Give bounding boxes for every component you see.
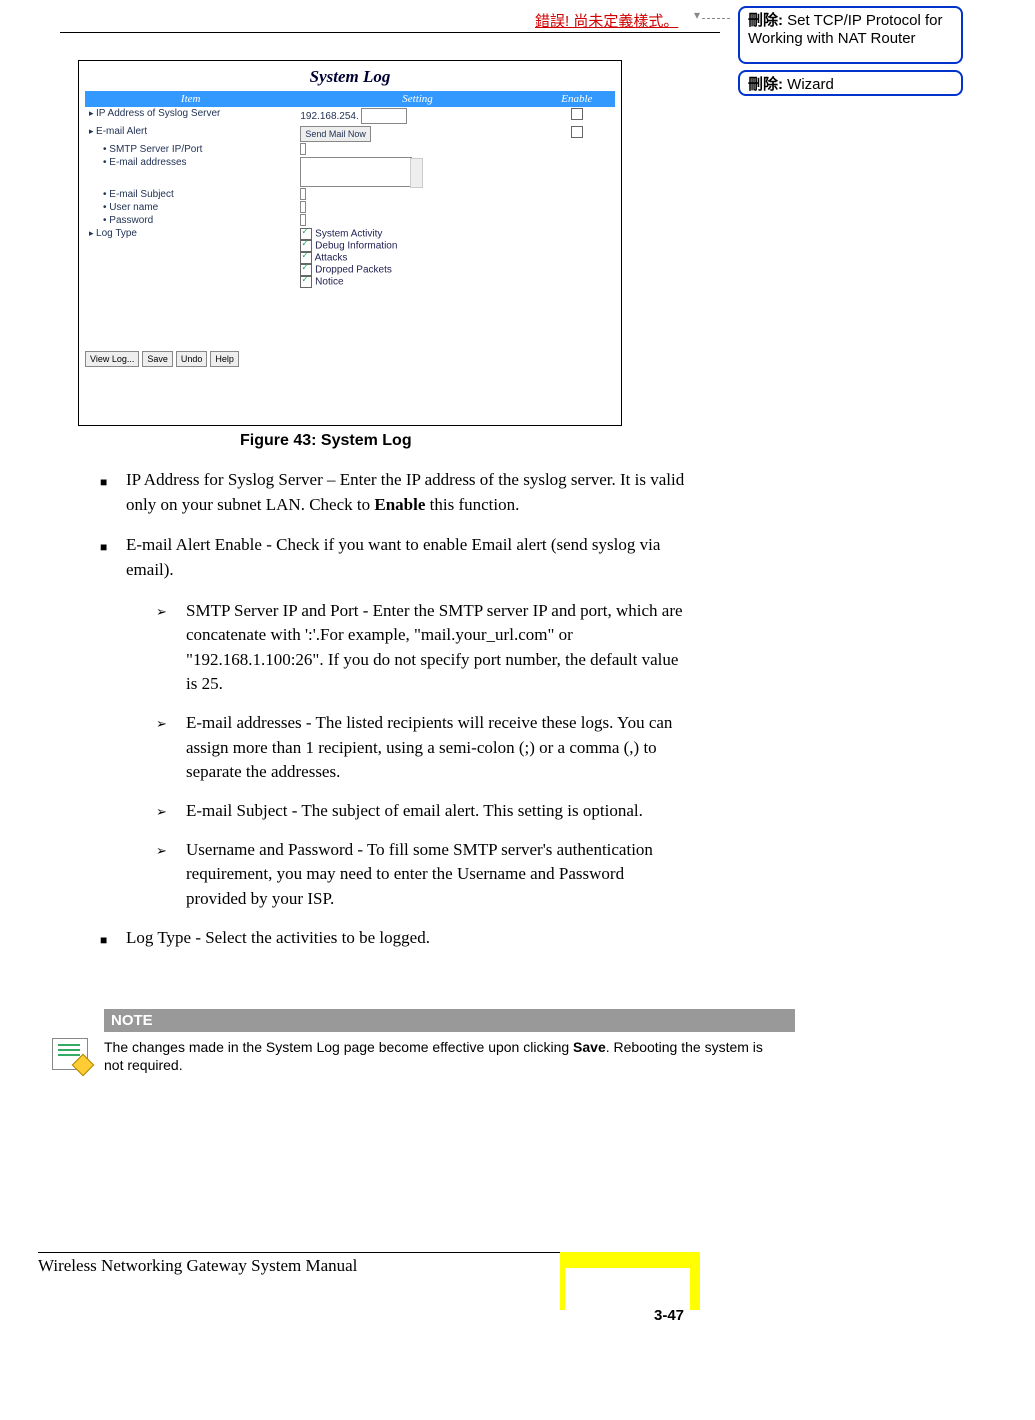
sub-smtp: SMTP Server IP and Port - Enter the SMTP… <box>156 599 685 698</box>
revision-comment-2: 刪除: Wizard <box>738 70 963 96</box>
logtype-4: Notice <box>315 277 343 288</box>
item-ip-syslog: IP Address of Syslog Server <box>85 107 296 125</box>
sub-email-subject: E-mail Subject - The subject of email al… <box>156 799 685 824</box>
delete-label: 刪除: <box>748 76 783 93</box>
system-log-table: Item Setting Enable IP Address of Syslog… <box>85 91 615 289</box>
arrow-bullet-icon <box>156 599 186 698</box>
item-email-addr: E-mail addresses <box>103 157 187 168</box>
col-setting: Setting <box>296 91 538 107</box>
square-bullet-icon <box>100 533 126 582</box>
footer-title: Wireless Networking Gateway System Manua… <box>38 1256 357 1276</box>
smtp-input[interactable] <box>300 143 306 155</box>
viewlog-button[interactable]: View Log... <box>85 351 139 367</box>
footer-highlight-inner <box>565 1268 690 1310</box>
logtype-2: Attacks <box>315 253 348 264</box>
revision-connector <box>702 18 730 19</box>
bullet-email-alert: E-mail Alert Enable - Check if you want … <box>100 533 685 582</box>
bullet-ip-syslog: IP Address for Syslog Server – Enter the… <box>100 468 685 517</box>
header-rule <box>60 32 720 33</box>
revision-mark-icon: ▾ <box>694 8 700 23</box>
logtype-0: System Activity <box>315 229 382 240</box>
item-username: User name <box>103 202 158 213</box>
revision-comment-1: 刪除: Set TCP/IP Protocol for Working with… <box>738 6 963 64</box>
footer-rule <box>38 1252 560 1253</box>
square-bullet-icon <box>100 468 126 517</box>
bullet3-text: Log Type - Select the activities to be l… <box>126 926 430 951</box>
bullet-logtype: Log Type - Select the activities to be l… <box>100 926 685 951</box>
bullet1-bold: Enable <box>374 495 425 514</box>
sub4-text: Username and Password - To fill some SMT… <box>186 838 685 912</box>
col-item: Item <box>85 91 296 107</box>
enable-email-checkbox[interactable] <box>571 126 583 138</box>
note-header: NOTE <box>104 1009 795 1032</box>
save-button[interactable]: Save <box>142 351 173 367</box>
revision-comment-2-text: Wizard <box>787 76 834 93</box>
sub2-text: E-mail addresses - The listed recipients… <box>186 711 685 785</box>
col-enable: Enable <box>539 91 615 107</box>
delete-label: 刪除: <box>748 12 783 29</box>
help-button[interactable]: Help <box>210 351 239 367</box>
item-password: Password <box>103 215 153 226</box>
logtype-notice-checkbox[interactable] <box>300 276 312 288</box>
page-number: 3-47 <box>654 1307 684 1324</box>
arrow-bullet-icon <box>156 799 186 824</box>
note-block: NOTE The changes made in the System Log … <box>38 1009 783 1074</box>
arrow-bullet-icon <box>156 711 186 785</box>
logtype-3: Dropped Packets <box>315 265 392 276</box>
sub1-text: SMTP Server IP and Port - Enter the SMTP… <box>186 599 685 698</box>
arrow-bullet-icon <box>156 838 186 912</box>
logtype-1: Debug Information <box>315 241 397 252</box>
sub-username-password: Username and Password - To fill some SMT… <box>156 838 685 912</box>
note-text: The changes made in the System Log page … <box>98 1032 774 1074</box>
ip-prefix: 192.168.254. <box>300 111 358 122</box>
bullet2-text: E-mail Alert Enable - Check if you want … <box>126 533 685 582</box>
username-input[interactable] <box>300 201 306 213</box>
screenshot-title: System Log <box>79 61 621 91</box>
sub3-text: E-mail Subject - The subject of email al… <box>186 799 643 824</box>
ip-suffix-input[interactable] <box>361 108 407 124</box>
password-input[interactable] <box>300 214 306 226</box>
email-addresses-textarea[interactable] <box>300 157 412 187</box>
note-text-bold: Save <box>573 1039 606 1055</box>
item-smtp: SMTP Server IP/Port <box>103 144 202 155</box>
enable-ip-checkbox[interactable] <box>571 108 583 120</box>
header-error-text: 錯誤! 尚未定義樣式。 <box>535 10 678 31</box>
figure-caption: Figure 43: System Log <box>240 432 412 450</box>
note-icon <box>52 1038 88 1070</box>
send-mail-button[interactable]: Send Mail Now <box>300 126 371 142</box>
undo-button[interactable]: Undo <box>176 351 208 367</box>
item-email-alert: E-mail Alert <box>85 125 296 143</box>
note-text-a: The changes made in the System Log page … <box>104 1039 573 1055</box>
square-bullet-icon <box>100 926 126 951</box>
sub-email-addresses: E-mail addresses - The listed recipients… <box>156 711 685 785</box>
bullet1-text-b: this function. <box>425 495 519 514</box>
item-email-subject: E-mail Subject <box>103 189 174 200</box>
item-logtype: Log Type <box>85 227 296 289</box>
email-subject-input[interactable] <box>300 188 306 200</box>
system-log-screenshot: System Log Item Setting Enable IP Addres… <box>78 60 622 426</box>
